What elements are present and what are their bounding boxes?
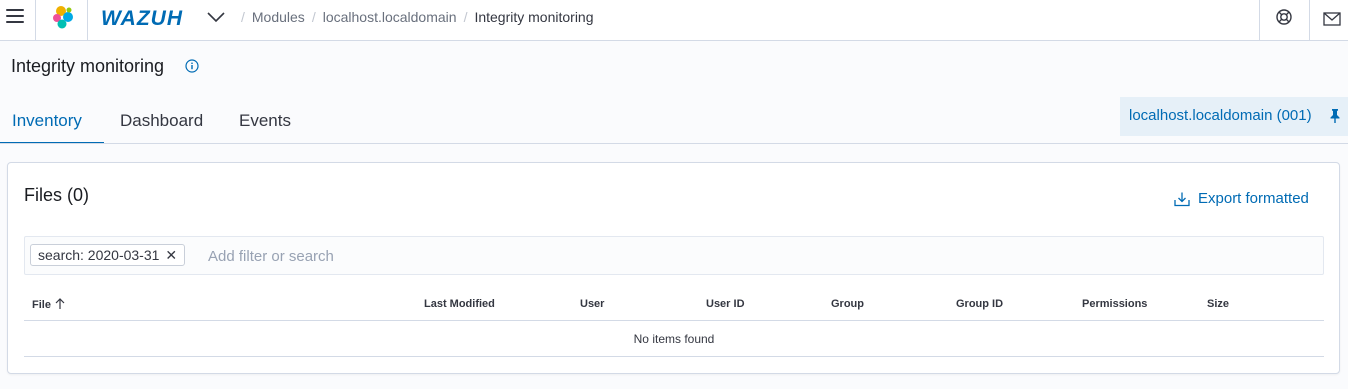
- breadcrumb-agent[interactable]: localhost.localdomain: [323, 9, 457, 25]
- sort-up-icon: [55, 298, 65, 309]
- column-header-last-modified[interactable]: Last Modified: [424, 298, 495, 310]
- search-bar: search: 2020-03-31 ✕: [24, 236, 1324, 275]
- divider: [1259, 0, 1260, 41]
- divider: [87, 0, 88, 41]
- page-title: Integrity monitoring: [11, 56, 165, 76]
- chevron-down-icon[interactable]: [207, 11, 225, 23]
- close-icon[interactable]: ✕: [165, 247, 177, 264]
- export-formatted-button[interactable]: Export formatted: [1174, 190, 1309, 207]
- breadcrumb: / Modules / localhost.localdomain / Inte…: [241, 9, 594, 25]
- files-table: File Last Modified User User ID Group Gr…: [24, 285, 1324, 357]
- breadcrumb-modules[interactable]: Modules: [252, 9, 305, 25]
- filter-pill[interactable]: search: 2020-03-31 ✕: [30, 244, 186, 266]
- divider: [1309, 0, 1310, 41]
- mail-icon[interactable]: [1323, 10, 1341, 28]
- export-label: Export formatted: [1198, 190, 1309, 207]
- files-panel: Files (0) Export formatted search: 2020-…: [7, 162, 1340, 374]
- breadcrumb-current: Integrity monitoring: [474, 9, 594, 25]
- tab-dashboard[interactable]: Dashboard: [120, 96, 203, 144]
- divider: [0, 143, 1348, 144]
- top-header: WAZUH / Modules / localhost.localdomain …: [0, 0, 1348, 41]
- table-header: File Last Modified User User ID Group Gr…: [24, 285, 1324, 321]
- help-icon[interactable]: [1275, 8, 1293, 26]
- elastic-logo-icon[interactable]: [51, 5, 75, 29]
- column-header-group-id[interactable]: Group ID: [956, 298, 1003, 310]
- wazuh-logo[interactable]: WAZUH: [101, 7, 183, 31]
- panel-title: Files (0): [24, 185, 90, 205]
- divider: [35, 0, 36, 41]
- tab-events[interactable]: Events: [239, 96, 291, 144]
- agent-selector[interactable]: localhost.localdomain (001): [1120, 97, 1348, 136]
- column-label: File: [32, 299, 51, 311]
- column-header-file[interactable]: File: [32, 298, 65, 311]
- filter-pill-label: search: 2020-03-31: [38, 247, 160, 263]
- download-icon: [1174, 192, 1190, 206]
- info-icon[interactable]: [185, 59, 199, 73]
- column-header-user[interactable]: User: [580, 298, 604, 310]
- empty-message: No items found: [24, 321, 1324, 357]
- column-header-user-id[interactable]: User ID: [706, 298, 745, 310]
- column-header-permissions[interactable]: Permissions: [1082, 298, 1147, 310]
- column-header-group[interactable]: Group: [831, 298, 864, 310]
- search-input[interactable]: [208, 244, 1308, 268]
- tab-inventory[interactable]: Inventory: [0, 96, 104, 144]
- pin-icon[interactable]: [1329, 108, 1341, 124]
- menu-icon[interactable]: [6, 9, 24, 25]
- column-header-size[interactable]: Size: [1207, 298, 1229, 310]
